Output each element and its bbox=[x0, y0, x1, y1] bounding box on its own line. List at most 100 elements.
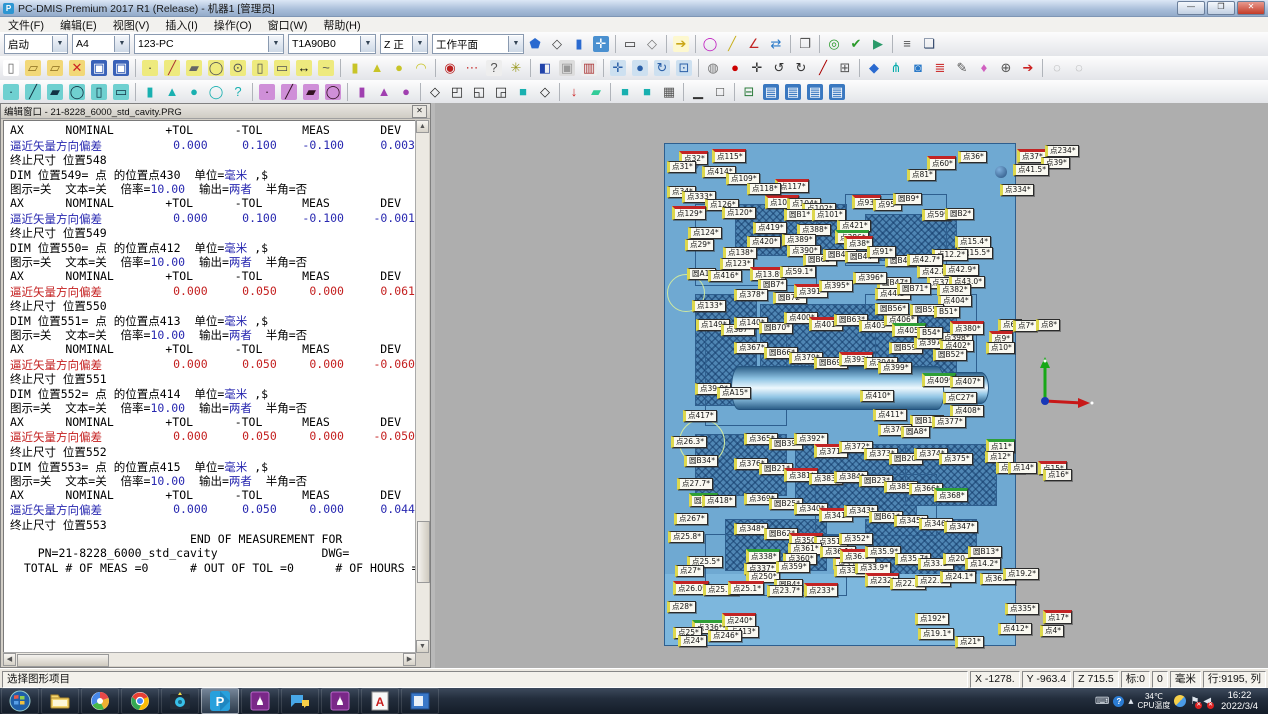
save-button[interactable]: ▣ bbox=[89, 58, 109, 78]
report-view-2-button[interactable]: ▤ bbox=[783, 82, 803, 102]
feature-label[interactable]: 点410* bbox=[860, 390, 894, 402]
feature-label[interactable]: 圆B56* bbox=[875, 303, 909, 315]
action-center-flag-icon[interactable]: ⚑ bbox=[1190, 696, 1199, 707]
chevron-down-icon[interactable]: ▼ bbox=[360, 36, 375, 52]
constructed-line-button[interactable]: ╱ bbox=[279, 82, 299, 102]
feature-label[interactable]: 点23.7* bbox=[767, 585, 803, 597]
feature-label[interactable]: 圆B13* bbox=[968, 546, 1002, 558]
measured-square-slot-button[interactable]: ▭ bbox=[272, 58, 292, 78]
feature-tree-button[interactable]: ⋔ bbox=[886, 58, 906, 78]
feature-label[interactable]: 点7* bbox=[1013, 320, 1037, 332]
feature-label[interactable]: 点124* bbox=[688, 227, 722, 239]
feature-label[interactable]: 圆B2* bbox=[945, 208, 974, 220]
menu-item-0[interactable]: 文件(F) bbox=[0, 16, 52, 34]
report-view-1-button[interactable]: ▤ bbox=[761, 82, 781, 102]
auto-plane-button[interactable]: ▰ bbox=[45, 82, 65, 102]
feature-label[interactable]: B54* bbox=[917, 327, 943, 339]
feature-label[interactable]: 点246* bbox=[708, 630, 742, 642]
menu-item-4[interactable]: 操作(O) bbox=[206, 16, 260, 34]
measured-scan-button[interactable]: ◠ bbox=[411, 58, 431, 78]
confirm-check-button[interactable]: ✔ bbox=[846, 34, 866, 54]
feature-label[interactable]: 点418* bbox=[702, 495, 736, 507]
feature-label[interactable]: 点411* bbox=[873, 409, 907, 421]
red-sphere-button[interactable]: ● bbox=[725, 58, 745, 78]
editor-horizontal-scrollbar[interactable]: ◀ ▶ bbox=[3, 652, 416, 666]
auto-round-slot-button[interactable]: ▯ bbox=[89, 82, 109, 102]
scroll-down-icon[interactable]: ▼ bbox=[416, 640, 429, 653]
cpu-temp-widget[interactable]: 34℃ CPU温度 bbox=[1137, 692, 1170, 710]
feature-label[interactable]: 点24.1* bbox=[940, 571, 976, 583]
view-move-button[interactable]: ✛ bbox=[608, 58, 628, 78]
menu-item-6[interactable]: 帮助(H) bbox=[315, 16, 368, 34]
workplane-combo[interactable]: 工作平面▼ bbox=[432, 34, 524, 54]
feature-label[interactable]: 点31* bbox=[667, 161, 696, 173]
auto-point-button[interactable]: · bbox=[1, 82, 21, 102]
swap-axes-button[interactable]: ⇄ bbox=[766, 34, 786, 54]
feature-label[interactable]: 点91* bbox=[867, 246, 896, 258]
feature-label[interactable]: 点417* bbox=[683, 410, 717, 422]
measured-sphere-button[interactable]: ● bbox=[389, 58, 409, 78]
measured-plane-button[interactable]: ▰ bbox=[184, 58, 204, 78]
toolbox-button[interactable]: ≡ bbox=[897, 34, 917, 54]
feature-label[interactable]: 点19.1* bbox=[918, 628, 954, 640]
view-iso-button[interactable]: ◇ bbox=[425, 82, 445, 102]
feature-label[interactable]: 点C27* bbox=[943, 392, 977, 404]
auto-ring-button[interactable]: ◯ bbox=[206, 82, 226, 102]
menu-item-1[interactable]: 编辑(E) bbox=[52, 16, 105, 34]
cube-mode-button[interactable]: ◇ bbox=[547, 34, 567, 54]
browser-360[interactable] bbox=[81, 688, 119, 714]
rotate-2d-button[interactable]: ↺ bbox=[769, 58, 789, 78]
chrome[interactable] bbox=[121, 688, 159, 714]
edit-window-close-icon[interactable]: ✕ bbox=[412, 105, 427, 118]
import-file-button[interactable]: ▱ bbox=[45, 58, 65, 78]
edit-window-content[interactable]: AX NOMINAL+TOL-TOLMEASDEV逼近矢量方向偏差0.0000.… bbox=[3, 120, 416, 653]
feature-label[interactable]: 点338* bbox=[746, 549, 780, 563]
feature-label[interactable]: 点60* bbox=[927, 156, 956, 170]
probe-temp-button[interactable]: ↓ bbox=[564, 82, 584, 102]
report-view-3-button[interactable]: ▤ bbox=[805, 82, 825, 102]
measured-line-button[interactable]: ╱ bbox=[162, 58, 182, 78]
auto-sphere-button[interactable]: ● bbox=[184, 82, 204, 102]
messenger[interactable] bbox=[281, 688, 319, 714]
machine-combo[interactable]: 123-PC▼ bbox=[134, 34, 284, 54]
feature-label[interactable]: 点352* bbox=[839, 533, 873, 545]
constructed-cylinder-button[interactable]: ▮ bbox=[352, 82, 372, 102]
solid-part-button[interactable]: ◆ bbox=[864, 58, 884, 78]
measured-ellipse-button[interactable]: ⊙ bbox=[228, 58, 248, 78]
editor-vertical-scrollbar[interactable]: ▲ ▼ bbox=[415, 120, 429, 653]
view-front-button[interactable]: ◰ bbox=[447, 82, 467, 102]
shaded-cube-2-button[interactable]: ■ bbox=[637, 82, 657, 102]
wire-cube-button[interactable]: ◇ bbox=[642, 34, 662, 54]
feature-label[interactable]: 点16* bbox=[1043, 469, 1072, 481]
minimize-window-button[interactable]: ▁ bbox=[688, 82, 708, 102]
save-window-button[interactable]: ⊟ bbox=[739, 82, 759, 102]
feature-label[interactable]: 圆B9* bbox=[893, 193, 922, 205]
auto-help-button[interactable]: ? bbox=[228, 82, 248, 102]
measured-round-slot-button[interactable]: ▯ bbox=[250, 58, 270, 78]
feature-label[interactable]: 点416* bbox=[708, 270, 742, 282]
comment-button[interactable]: ▭ bbox=[620, 34, 640, 54]
pdf-reader[interactable]: A bbox=[361, 688, 399, 714]
auto-cylinder-button[interactable]: ▮ bbox=[140, 82, 160, 102]
camera-app[interactable] bbox=[161, 688, 199, 714]
menu-item-3[interactable]: 插入(I) bbox=[157, 16, 205, 34]
constructed-circle-button[interactable]: ◯ bbox=[323, 82, 343, 102]
feature-label[interactable]: 点359* bbox=[776, 561, 810, 573]
feature-label[interactable]: 点375* bbox=[939, 453, 973, 465]
help-tray-icon[interactable]: ? bbox=[1113, 696, 1124, 707]
menu-item-5[interactable]: 窗口(W) bbox=[260, 16, 316, 34]
feature-label[interactable]: 圆B34* bbox=[684, 455, 718, 467]
edit-window-layout-button[interactable]: ❏ bbox=[919, 34, 939, 54]
feature-label[interactable]: 点395* bbox=[819, 280, 853, 292]
feature-label[interactable]: 点14* bbox=[1008, 462, 1037, 474]
feature-label[interactable]: 点192* bbox=[915, 613, 949, 625]
measured-cylinder-button[interactable]: ▮ bbox=[345, 58, 365, 78]
feature-label[interactable]: 点233* bbox=[804, 583, 838, 597]
feature-label[interactable]: 点4* bbox=[1040, 625, 1064, 637]
feature-label[interactable]: 圆B71* bbox=[897, 283, 931, 295]
feature-label[interactable]: 点367* bbox=[734, 342, 768, 354]
color-scan-button[interactable]: ◉ bbox=[440, 58, 460, 78]
collision-check-button[interactable]: ◎ bbox=[824, 34, 844, 54]
feature-label[interactable]: B51* bbox=[934, 306, 960, 318]
sketch-path-button[interactable]: ✎ bbox=[952, 58, 972, 78]
